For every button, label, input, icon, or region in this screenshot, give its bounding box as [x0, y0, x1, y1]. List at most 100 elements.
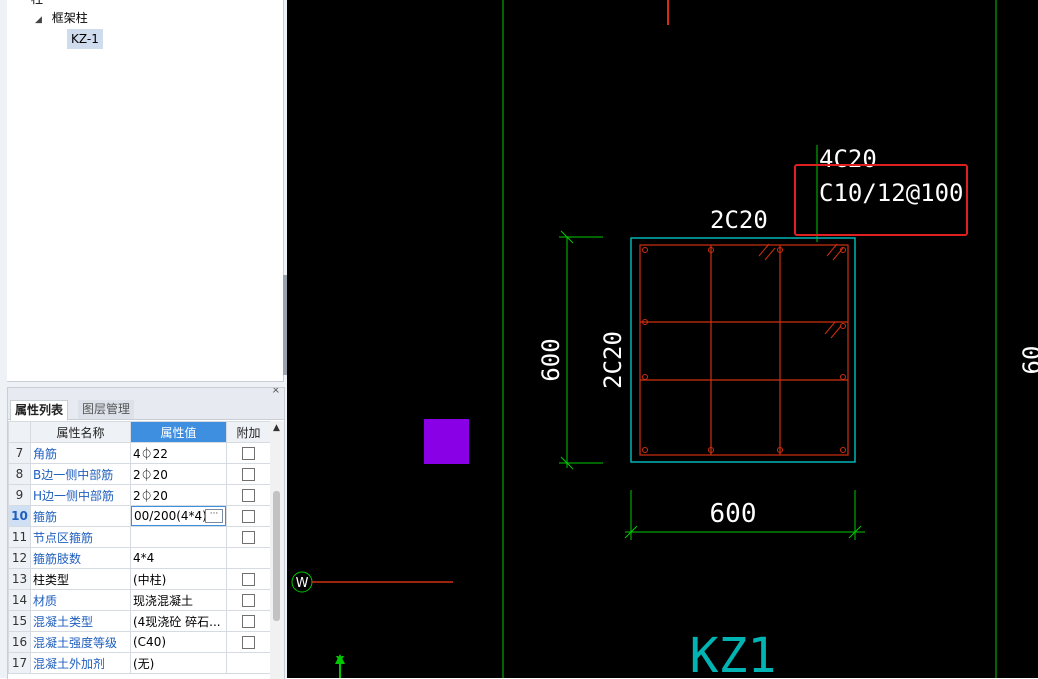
purple-square-marker [424, 419, 469, 464]
tree-item-kz1[interactable]: KZ-1 [67, 29, 103, 49]
collapse-triangle-icon[interactable]: ◢ [35, 15, 42, 25]
property-value[interactable]: 00/200(4*4) ··· [130, 505, 227, 527]
property-value[interactable]: 2⏀20 [130, 484, 227, 506]
tree-item-root[interactable]: 柱 [31, 0, 43, 7]
table-row[interactable]: 7 角筋 4⏀22 [8, 442, 271, 464]
table-row[interactable]: 11 节点区箍筋 [8, 526, 271, 548]
scroll-up-arrow-icon[interactable]: ▲ [273, 423, 280, 433]
row-index: 7 [8, 442, 31, 464]
column-name-label: KZ1 [690, 628, 777, 678]
property-name: 混凝土强度等级 [30, 631, 131, 653]
column-header-value[interactable]: 属性值 [130, 421, 227, 443]
label-stirrup: C10/12@100 [819, 179, 964, 207]
axis-w-label: W [296, 576, 309, 591]
rebar-dot [642, 447, 648, 453]
property-extra [226, 652, 271, 674]
property-panel: × 属性列表 图层管理 属性名称 属性值 附加 7 角筋 4⏀22 8 B边一侧中部筋 2… [7, 387, 285, 679]
ellipsis-button[interactable]: ··· [205, 509, 223, 523]
property-name: 节点区箍筋 [30, 526, 131, 548]
extra-checkbox[interactable] [242, 531, 255, 544]
property-extra [226, 631, 271, 653]
row-index: 8 [8, 463, 31, 485]
tree-label-frame-column: 框架柱 [51, 11, 88, 25]
property-value[interactable]: 4*4 [130, 547, 227, 569]
table-row[interactable]: 13 柱类型 (中柱) [8, 568, 271, 590]
property-name: 箍筋肢数 [30, 547, 131, 569]
property-extra [226, 505, 271, 527]
property-value[interactable] [130, 526, 227, 548]
property-extra [226, 442, 271, 464]
stirrup-hook [764, 247, 776, 261]
property-value[interactable]: 现浇混凝土 [130, 589, 227, 611]
extra-checkbox[interactable] [242, 573, 255, 586]
row-index: 14 [8, 589, 31, 611]
y-axis-label: Y [335, 654, 345, 667]
column-header-name[interactable]: 属性名称 [30, 421, 131, 443]
property-extra [226, 484, 271, 506]
property-value[interactable]: 2⏀20 [130, 463, 227, 485]
cad-drawing: 4C20 C10/12@100 2C20 600 2C20 600 60 W Y… [291, 0, 1038, 678]
property-value[interactable]: (C40) [130, 631, 227, 653]
table-row[interactable]: 10 箍筋 00/200(4*4) ··· [8, 505, 271, 527]
stirrup-hooks [758, 243, 844, 339]
row-index: 10 [8, 505, 31, 527]
table-row[interactable]: 15 混凝土类型 (4现浇砼 碎石... [8, 610, 271, 632]
table-row[interactable]: 12 箍筋肢数 4*4 [8, 547, 271, 569]
stirrup-hook [826, 243, 838, 257]
property-value[interactable]: (4现浇砼 碎石... [130, 610, 227, 632]
stirrup-hook [824, 321, 836, 335]
table-row[interactable]: 16 混凝土强度等级 (C40) [8, 631, 271, 653]
extra-checkbox[interactable] [242, 510, 255, 523]
property-name: B边一侧中部筋 [30, 463, 131, 485]
rebar-dot [840, 374, 846, 380]
rebar-dot [840, 323, 846, 329]
table-row[interactable]: 8 B边一侧中部筋 2⏀20 [8, 463, 271, 485]
dim-bottom-label: 600 [710, 499, 757, 529]
tab-layer-management[interactable]: 图层管理 [78, 400, 135, 419]
row-index: 12 [8, 547, 31, 569]
property-value[interactable]: 4⏀22 [130, 442, 227, 464]
column-header-extra[interactable]: 附加 [226, 421, 271, 443]
property-value[interactable]: (无) [130, 652, 227, 674]
property-name: 箍筋 [30, 505, 131, 527]
property-name: 材质 [30, 589, 131, 611]
extra-checkbox[interactable] [242, 636, 255, 649]
dim-right-partial-label: 60 [1018, 346, 1038, 375]
extra-checkbox[interactable] [242, 594, 255, 607]
extra-checkbox[interactable] [242, 468, 255, 481]
row-index: 17 [8, 652, 31, 674]
table-row[interactable]: 14 材质 现浇混凝土 [8, 589, 271, 611]
row-index: 13 [8, 568, 31, 590]
rebar-dot [642, 374, 648, 380]
table-row[interactable]: 17 混凝土外加剂 (无) [8, 652, 271, 674]
property-value[interactable]: (中柱) [130, 568, 227, 590]
property-value-editor[interactable]: 00/200(4*4) ··· [131, 506, 226, 526]
extra-checkbox[interactable] [242, 489, 255, 502]
property-name: 角筋 [30, 442, 131, 464]
stirrup-hook [830, 325, 842, 339]
stirrup-outer [639, 244, 849, 456]
property-table: 属性名称 属性值 附加 7 角筋 4⏀22 8 B边一侧中部筋 2⏀20 9 H边一侧中部筋 2… [8, 421, 271, 674]
extra-checkbox[interactable] [242, 447, 255, 460]
rebar-dots [642, 247, 846, 453]
tree-label-root: 柱 [31, 0, 43, 6]
component-tree: 柱 ◢ 框架柱 KZ-1 [7, 0, 284, 382]
property-extra [226, 526, 271, 548]
close-icon[interactable]: × [272, 388, 280, 396]
property-extra [226, 568, 271, 590]
property-scrollbar[interactable]: ▲ [270, 421, 284, 679]
tab-property-list[interactable]: 属性列表 [10, 400, 69, 421]
extra-checkbox[interactable] [242, 615, 255, 628]
property-name: 柱类型 [30, 568, 131, 590]
property-value-text: 00/200(4*4) [134, 509, 207, 523]
property-extra [226, 589, 271, 611]
dim-left-label: 600 [537, 338, 565, 381]
label-b-side: 2C20 [710, 206, 768, 234]
tree-item-frame-column[interactable]: ◢ 框架柱 [35, 10, 88, 28]
property-extra [226, 610, 271, 632]
property-extra [226, 463, 271, 485]
scrollbar-thumb[interactable] [273, 491, 280, 621]
table-row[interactable]: 9 H边一侧中部筋 2⏀20 [8, 484, 271, 506]
row-index: 15 [8, 610, 31, 632]
cad-drawing-canvas[interactable]: 4C20 C10/12@100 2C20 600 2C20 600 60 W Y… [287, 0, 1038, 678]
